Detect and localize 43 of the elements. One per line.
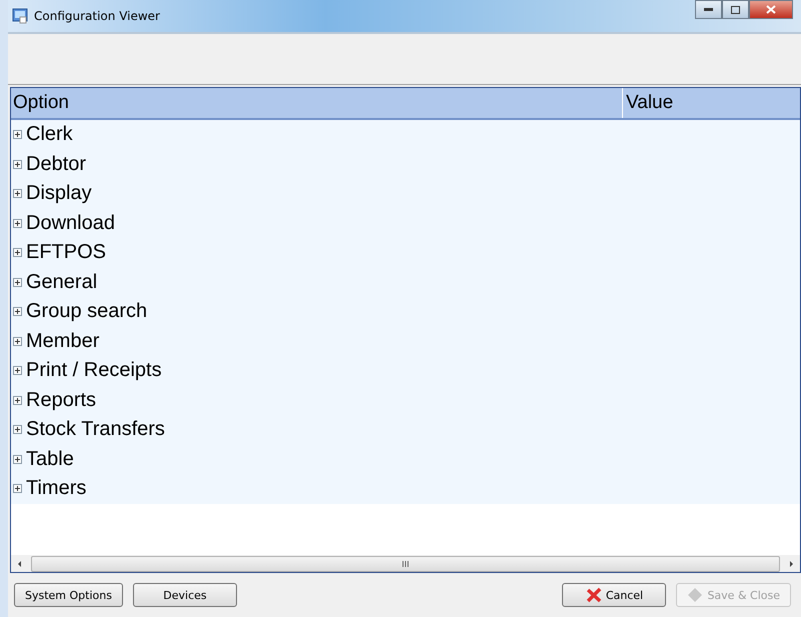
maximize-icon [731, 6, 740, 14]
tree-item[interactable]: Debtor [26, 152, 86, 176]
expand-icon[interactable] [13, 396, 22, 405]
cancel-icon [586, 587, 602, 603]
dialog-button[interactable]: Devices [132, 583, 237, 607]
cancel-button[interactable]: Cancel [562, 583, 666, 607]
expand-icon[interactable] [13, 307, 22, 316]
expand-icon[interactable] [13, 278, 22, 287]
tree-item[interactable]: Group search [26, 300, 148, 324]
horizontal-scrollbar[interactable] [11, 555, 800, 572]
tree-item[interactable]: Reports [26, 388, 96, 412]
minimize-icon [704, 8, 713, 11]
expand-icon[interactable] [13, 218, 22, 228]
tree-item[interactable]: Download [26, 212, 115, 235]
expand-icon[interactable] [13, 130, 22, 140]
tree-item[interactable]: Member [26, 330, 100, 353]
expand-icon[interactable] [13, 160, 22, 169]
tree-item[interactable]: Display [26, 182, 92, 206]
tree-item[interactable]: Timers [26, 477, 86, 500]
diamond-icon [687, 587, 704, 603]
expand-icon[interactable] [13, 425, 22, 434]
tree-item[interactable]: Print / Receipts [26, 359, 162, 382]
tree-item[interactable]: Table [26, 448, 74, 471]
close-icon [766, 5, 776, 14]
tree-item[interactable]: Clerk [26, 123, 73, 146]
column-header[interactable]: Option [11, 88, 623, 118]
expand-icon[interactable] [13, 484, 22, 494]
tree-item[interactable]: EFTPOS [26, 241, 106, 264]
dialog-button[interactable]: System Options [14, 583, 123, 607]
expand-icon[interactable] [13, 336, 22, 346]
tree-item[interactable]: Stock Transfers [26, 418, 165, 442]
maximize-button[interactable] [722, 0, 749, 19]
window-title: Configuration Viewer [34, 9, 160, 23]
expand-icon[interactable] [13, 189, 22, 198]
app-icon [12, 8, 28, 24]
close-button[interactable] [749, 0, 793, 19]
tree-item[interactable]: General [26, 270, 98, 294]
minimize-button[interactable] [695, 0, 722, 19]
expand-icon[interactable] [13, 454, 22, 464]
expand-icon[interactable] [13, 366, 22, 376]
expand-icon[interactable] [13, 248, 22, 258]
grip-icon [402, 560, 409, 566]
column-header[interactable]: Value [623, 88, 674, 118]
